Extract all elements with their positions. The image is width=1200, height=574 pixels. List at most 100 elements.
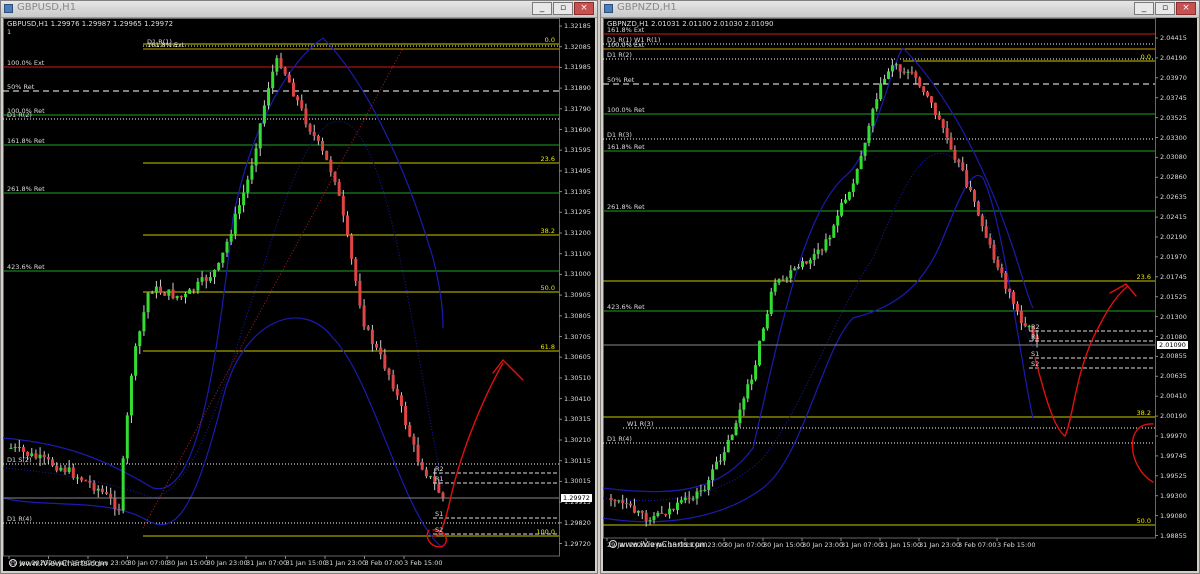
plot-frame [3,18,560,557]
bull-candle [258,123,262,149]
level-label: D1 R(2) [7,111,32,119]
fib-label: 100.0 [536,528,555,536]
gbpnzd-window-title: GBPNZD,H1 [617,2,677,13]
pivot-label: R2 [435,465,444,473]
bull-candle [734,423,738,436]
gbpusd-chart-window[interactable]: GBPUSD,H1 _ ▫ × GBPUSD,H1 1.29976 1.2998… [0,0,598,574]
bull-candle [754,365,758,380]
bull-candle [154,286,158,293]
restore-button[interactable]: ▫ [1155,2,1175,15]
bear-candle [424,469,428,477]
price-axis-label: 2.01745 [1160,272,1187,281]
minimize-button[interactable]: _ [532,2,552,15]
bear-candle [941,119,945,128]
bear-candle [640,510,644,513]
price-axis-label: 2.00190 [1160,412,1187,421]
price-axis-label: 1.31790 [564,104,591,113]
bear-candle [1023,323,1027,327]
close-button[interactable]: × [1176,2,1196,15]
bear-candle [412,436,416,445]
price-axis-label: 1.31985 [564,63,591,72]
bull-candle [699,490,703,492]
bull-candle [859,155,863,170]
bear-candle [312,131,316,136]
bear-candle [383,354,387,369]
fib-label: 0.0 [544,36,555,44]
bull-candle [847,191,851,200]
fib-label: 50.0 [540,284,555,292]
bear-candle [345,215,349,236]
pivot-label: S1 [1031,350,1040,358]
fib-label: 0.0 [1140,53,1151,61]
bull-candle [711,469,715,481]
bear-candle [46,457,50,460]
price-axis-label: 2.03970 [1160,73,1187,82]
current-price-box: 2.01090 [1157,341,1188,349]
chart-window-icon [604,4,613,13]
bear-candle [354,258,358,281]
bear-candle [953,149,957,160]
level-label: 100.0% Ext [607,41,645,49]
bull-candle [652,516,656,521]
price-axis-label: 1.32085 [564,42,591,51]
bull-candle [777,279,781,283]
level-label: 50% Ret [607,76,635,84]
bull-candle [703,489,707,491]
time-axis-label: 31 Jan 07:00 [246,559,288,567]
bear-candle [113,498,117,509]
bear-candle [898,64,902,72]
price-axis-label: 1.99525 [1160,471,1187,480]
bull-candle [200,277,204,282]
bull-candle [138,331,142,347]
minimize-button[interactable]: _ [1134,2,1154,15]
fib-label: 38.2 [1136,409,1151,417]
bear-candle [105,492,109,494]
fib-label: 38.2 [540,227,555,235]
bull-candle [188,289,192,294]
bear-candle [171,289,175,299]
bull-candle [879,83,883,100]
gbpnzd-window-controls: _ ▫ × [1134,2,1196,15]
bull-candle [67,467,71,472]
bear-candle [366,326,370,330]
level-label: 50% Ret [7,83,35,91]
bear-candle [291,82,295,97]
bull-candle [167,289,171,296]
gbpnzd-chart-window[interactable]: GBPNZD,H1 _ ▫ × GBPNZD,H1 2.01031 2.0110… [600,0,1200,574]
time-axis-label: 3 Feb 15:00 [404,559,443,567]
bear-candle [1015,303,1019,311]
gbpusd-chart-area[interactable]: GBPUSD,H1 1.29976 1.29987 1.29965 1.2997… [3,18,595,571]
pivot-label: S2 [435,526,444,534]
bear-candle [34,453,38,459]
fib-label: 61.8 [540,343,555,351]
bull-candle [765,313,769,329]
bear-candle [945,127,949,138]
pivot-label: S2 [1031,360,1040,368]
bull-candle [617,500,621,502]
bear-candle [781,279,785,281]
time-axis-label: 3 Feb 07:00 [958,541,997,549]
price-axis-label: 2.03525 [1160,113,1187,122]
bull-candle [840,202,844,216]
restore-button[interactable]: ▫ [553,2,573,15]
band-line [3,317,444,549]
bear-candle [350,235,354,259]
bear-candle [55,465,59,471]
price-axis-label: 1.31100 [564,249,591,258]
close-button[interactable]: × [574,2,594,15]
bull-candle [824,239,828,251]
watermark-icon [9,559,17,567]
bear-candle [179,296,183,298]
price-axis-label: 1.32185 [564,22,591,30]
annotation-stroke [492,358,524,381]
bear-candle [321,140,325,151]
bull-candle [793,268,797,271]
bear-candle [358,280,362,306]
gbpnzd-chart-area[interactable]: GBPNZD,H1 2.01031 2.01100 2.01030 2.0109… [603,18,1197,571]
gbpusd-title-bar[interactable]: GBPUSD,H1 _ ▫ × [1,1,597,18]
bear-candle [63,467,67,472]
gbpnzd-title-bar[interactable]: GBPNZD,H1 _ ▫ × [601,1,1199,18]
price-axis-label: 1.29820 [564,518,591,527]
price-axis-label: 1.30705 [564,332,591,341]
bear-candle [42,454,46,458]
